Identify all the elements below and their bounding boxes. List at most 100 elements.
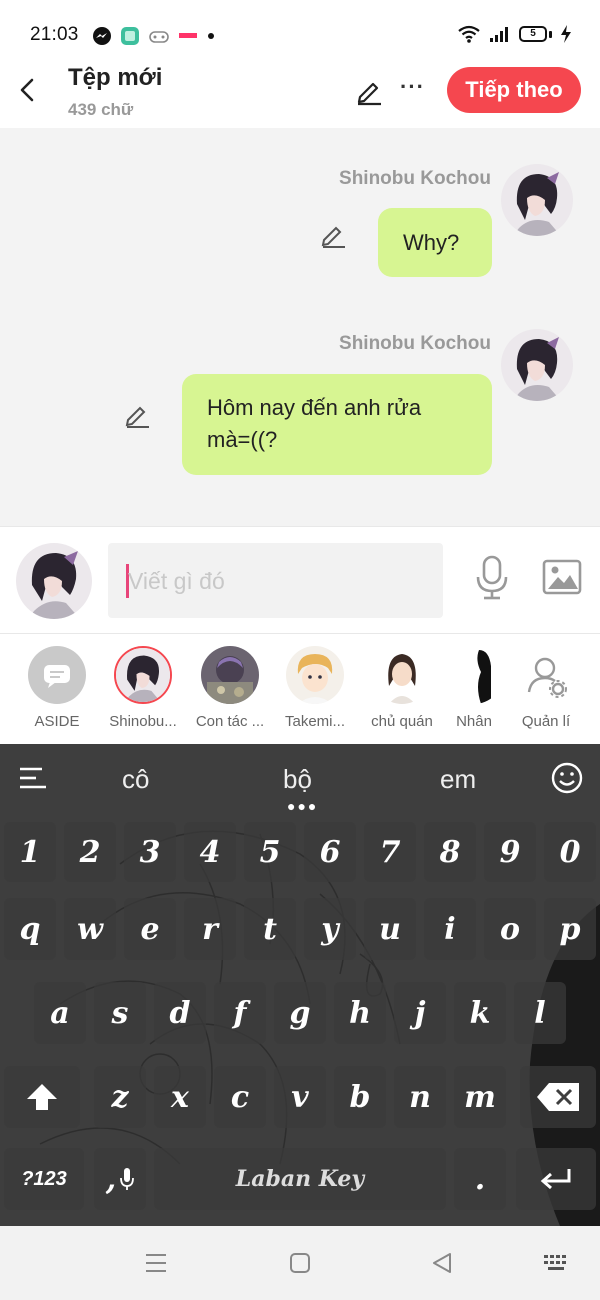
con-tac-avatar xyxy=(201,646,259,704)
back-icon[interactable] xyxy=(16,76,40,104)
chat-area: Shinobu Kochou Why? Shinobu Kochou Hôm n… xyxy=(0,128,600,526)
message-input[interactable] xyxy=(128,561,428,601)
key-4[interactable]: 4 xyxy=(184,822,236,882)
key-o[interactable]: o xyxy=(484,898,536,960)
key-s[interactable]: s xyxy=(94,982,146,1044)
more-notifications-icon xyxy=(208,33,214,39)
key-r[interactable]: r xyxy=(184,898,236,960)
avatar xyxy=(201,646,259,704)
character-name: ASIDE xyxy=(34,713,80,730)
key-9[interactable]: 9 xyxy=(484,822,536,882)
current-character-avatar[interactable] xyxy=(16,543,92,619)
key-j[interactable]: j xyxy=(394,982,446,1044)
key-v[interactable]: v xyxy=(274,1066,326,1128)
signal-icon xyxy=(490,27,508,42)
suggestion-1[interactable]: cô xyxy=(122,764,149,795)
character-takemi[interactable]: Takemi... xyxy=(273,646,357,730)
space-key[interactable]: Laban Key xyxy=(154,1148,446,1210)
key-5[interactable]: 5 xyxy=(244,822,296,882)
avatar[interactable] xyxy=(501,329,573,401)
key-1[interactable]: 1 xyxy=(4,822,56,882)
chat-bubble-icon xyxy=(44,665,70,688)
manage-avatar xyxy=(517,646,575,704)
key-e[interactable]: e xyxy=(124,898,176,960)
suggestion-2[interactable]: bộ xyxy=(283,764,312,795)
composer xyxy=(0,526,600,634)
key-h[interactable]: h xyxy=(334,982,386,1044)
period-key[interactable]: . xyxy=(454,1148,506,1210)
home-icon[interactable] xyxy=(289,1252,311,1274)
key-t[interactable]: t xyxy=(244,898,296,960)
key-b[interactable]: b xyxy=(334,1066,386,1128)
backspace-key[interactable] xyxy=(520,1066,596,1128)
key-w[interactable]: w xyxy=(64,898,116,960)
shift-key[interactable] xyxy=(4,1066,80,1128)
edit-icon[interactable] xyxy=(354,76,384,106)
emoji-icon[interactable] xyxy=(550,761,584,795)
system-nav-bar xyxy=(0,1226,600,1300)
recent-apps-icon[interactable] xyxy=(144,1252,168,1274)
key-n[interactable]: n xyxy=(394,1066,446,1128)
shinobu-avatar xyxy=(116,648,170,702)
key-2[interactable]: 2 xyxy=(64,822,116,882)
key-d[interactable]: d xyxy=(154,982,206,1044)
character-strip: ASIDE Shinobu... Con tác ... Takemi... c… xyxy=(0,634,600,744)
app-icon xyxy=(121,27,139,45)
key-a[interactable]: a xyxy=(34,982,86,1044)
key-l[interactable]: l xyxy=(514,982,566,1044)
enter-key[interactable] xyxy=(516,1148,596,1210)
key-g[interactable]: g xyxy=(274,982,326,1044)
edit-message-icon[interactable] xyxy=(319,222,347,248)
key-8[interactable]: 8 xyxy=(424,822,476,882)
key-i[interactable]: i xyxy=(424,898,476,960)
character-name: Con tác ... xyxy=(195,713,265,730)
character-shinobu[interactable]: Shinobu... xyxy=(101,646,185,730)
key-c[interactable]: c xyxy=(214,1066,266,1128)
suggestion-more-icon: ●●● xyxy=(287,798,319,814)
key-p[interactable]: p xyxy=(544,898,596,960)
key-z[interactable]: z xyxy=(94,1066,146,1128)
messenger-icon xyxy=(93,27,111,45)
nhan-avatar xyxy=(445,646,503,704)
key-y[interactable]: y xyxy=(304,898,356,960)
character-name: Shinobu... xyxy=(109,713,177,730)
microphone-icon[interactable] xyxy=(474,555,510,601)
symbols-key[interactable]: ?123 xyxy=(4,1148,84,1210)
key-7[interactable]: 7 xyxy=(364,822,416,882)
manage-characters[interactable]: Quản lí xyxy=(504,646,588,730)
key-0[interactable]: 0 xyxy=(544,822,596,882)
aside-avatar xyxy=(28,646,86,704)
backspace-icon xyxy=(537,1083,579,1111)
more-options-icon[interactable]: ··· xyxy=(400,74,425,100)
wifi-icon xyxy=(458,25,480,43)
user-settings-icon xyxy=(527,657,567,698)
message-input-container[interactable] xyxy=(108,543,443,618)
character-con-tac[interactable]: Con tác ... xyxy=(188,646,272,730)
message-bubble[interactable]: Why? xyxy=(378,208,492,277)
charging-icon xyxy=(561,25,571,43)
back-nav-icon[interactable] xyxy=(430,1251,454,1275)
avatar[interactable] xyxy=(501,164,573,236)
comma-label: , xyxy=(105,1161,117,1197)
character-aside[interactable]: ASIDE xyxy=(15,646,99,730)
suggestion-3[interactable]: em xyxy=(440,764,476,795)
avatar xyxy=(286,646,344,704)
key-x[interactable]: x xyxy=(154,1066,206,1128)
key-f[interactable]: f xyxy=(214,982,266,1044)
key-u[interactable]: u xyxy=(364,898,416,960)
key-m[interactable]: m xyxy=(454,1066,506,1128)
space-label: Laban Key xyxy=(235,1166,365,1192)
key-q[interactable]: q xyxy=(4,898,56,960)
game-icon xyxy=(149,31,169,43)
message-bubble[interactable]: Hôm nay đến anh rửa mà=((? xyxy=(182,374,492,475)
key-6[interactable]: 6 xyxy=(304,822,356,882)
next-button[interactable]: Tiếp theo xyxy=(447,67,581,113)
image-icon[interactable] xyxy=(542,559,582,595)
keyboard-toggle-icon[interactable] xyxy=(543,1254,571,1272)
message-sender: Shinobu Kochou xyxy=(339,168,491,189)
edit-message-icon[interactable] xyxy=(123,402,151,428)
menu-icon[interactable] xyxy=(18,766,48,790)
key-3[interactable]: 3 xyxy=(124,822,176,882)
comma-voice-key[interactable]: , xyxy=(94,1148,146,1210)
key-k[interactable]: k xyxy=(454,982,506,1044)
